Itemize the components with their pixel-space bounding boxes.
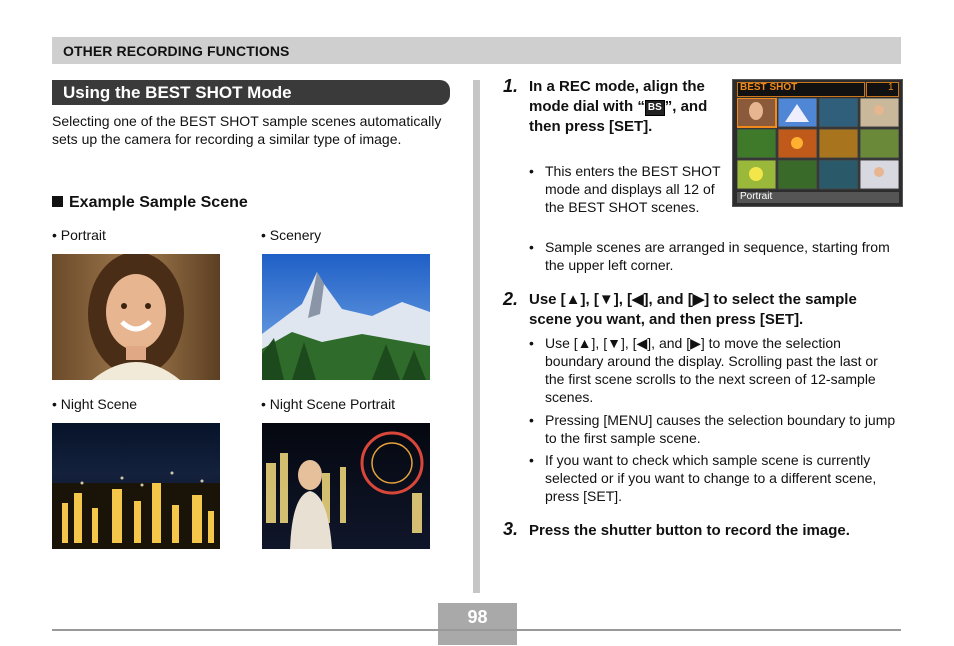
chapter-title: OTHER RECORDING FUNCTIONS <box>63 43 290 59</box>
step-2-bullet-2-text: Pressing [MENU] causes the selection bou… <box>545 412 896 446</box>
scenery-photo <box>262 254 430 380</box>
lcd-title: BEST SHOT <box>740 82 798 93</box>
bs-mode-icon: BS <box>644 100 665 116</box>
step-3-number: 3. <box>503 519 519 539</box>
step-1-bullet-2-text: Sample scenes are arranged in sequence, … <box>545 239 890 273</box>
lcd-page: 1 <box>888 82 894 93</box>
step-2-bullet-3: • If you want to check which sample scene… <box>529 452 877 504</box>
square-bullet-icon <box>52 196 63 207</box>
camera-lcd-screen: BEST SHOT 1 Portrait <box>732 79 903 207</box>
step-2-heading: Use [▲], [▼], [◀], and [▶] to select the… <box>529 291 857 328</box>
step-2-number: 2. <box>503 289 519 309</box>
scene-label-night-portrait: • Night Scene Portrait <box>261 396 396 412</box>
example-heading-text: Example Sample Scene <box>69 194 248 211</box>
intro-paragraph: Selecting one of the BEST SHOT sample sc… <box>52 113 442 147</box>
step-1-bullet-1-text: This enters the BEST SHOT mode and displ… <box>545 163 721 215</box>
step-2-bullet-1: • Use [▲], [▼], [◀], and [▶] to move the … <box>529 335 878 405</box>
section-title: Using the BEST SHOT Mode <box>63 83 292 102</box>
step-3-heading: Press the shutter button to record the i… <box>529 522 850 539</box>
scene-label-portrait: • Portrait <box>52 227 106 243</box>
scene-label-night: • Night Scene <box>52 396 138 412</box>
lcd-scene-grid <box>736 97 900 190</box>
step-2-bullet-3-text: If you want to check which sample scene … <box>545 452 877 504</box>
column-divider <box>473 80 480 593</box>
lcd-caption: Portrait <box>740 191 773 202</box>
scene-label-scenery: • Scenery <box>261 227 322 243</box>
night-portrait-photo <box>262 423 430 549</box>
portrait-photo <box>52 254 220 380</box>
page-number-box-lower <box>438 631 517 645</box>
step-1-bullet-1: • This enters the BEST SHOT mode and disp… <box>529 163 721 215</box>
step-2-bullet-1-text: Use [▲], [▼], [◀], and [▶] to move the s… <box>545 335 878 405</box>
example-heading: Example Sample Scene <box>52 194 248 212</box>
night-scene-photo <box>52 423 220 549</box>
page-number: 98 <box>467 607 488 627</box>
step-1-bullet-2: • Sample scenes are arranged in sequence,… <box>529 239 890 273</box>
step-1-number: 1. <box>503 76 519 96</box>
lcd-page-box <box>866 82 899 97</box>
step-1-heading: In a REC mode, align the mode dial with … <box>529 77 719 137</box>
step-2-bullet-2: • Pressing [MENU] causes the selection bo… <box>529 412 896 446</box>
